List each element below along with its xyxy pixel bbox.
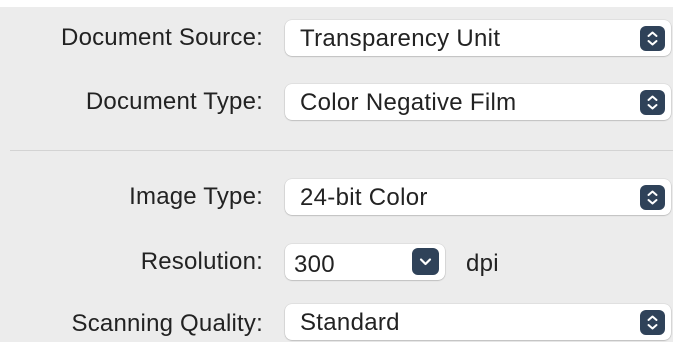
scanning-quality-label: Scanning Quality: — [71, 310, 263, 337]
up-down-chevron-icon — [640, 310, 665, 335]
resolution-label: Resolution: — [140, 248, 263, 275]
section-divider — [10, 150, 673, 151]
document-type-value: Color Negative Film — [300, 89, 517, 116]
up-down-chevron-icon — [640, 90, 665, 115]
image-type-value: 24-bit Color — [300, 184, 428, 211]
image-type-popup[interactable]: 24-bit Color — [285, 179, 671, 215]
resolution-combo-box: 300 — [285, 244, 445, 280]
up-down-chevron-icon — [640, 26, 665, 51]
document-source-label: Document Source: — [61, 24, 263, 51]
scanning-quality-popup[interactable]: Standard — [285, 304, 671, 340]
up-down-chevron-icon — [640, 185, 665, 210]
scan-settings-panel: Document Source: Transparency Unit Docum… — [0, 0, 673, 342]
image-type-label: Image Type: — [129, 183, 263, 210]
resolution-dropdown-button[interactable] — [412, 248, 439, 275]
resolution-input[interactable]: 300 — [294, 251, 335, 279]
scanning-quality-value: Standard — [300, 309, 400, 336]
document-type-popup[interactable]: Color Negative Film — [285, 84, 671, 120]
document-source-popup[interactable]: Transparency Unit — [285, 20, 671, 56]
top-edge — [0, 0, 673, 7]
chevron-down-icon — [419, 258, 432, 266]
resolution-unit: dpi — [466, 250, 499, 277]
document-type-label: Document Type: — [85, 88, 263, 115]
document-source-value: Transparency Unit — [300, 25, 501, 52]
